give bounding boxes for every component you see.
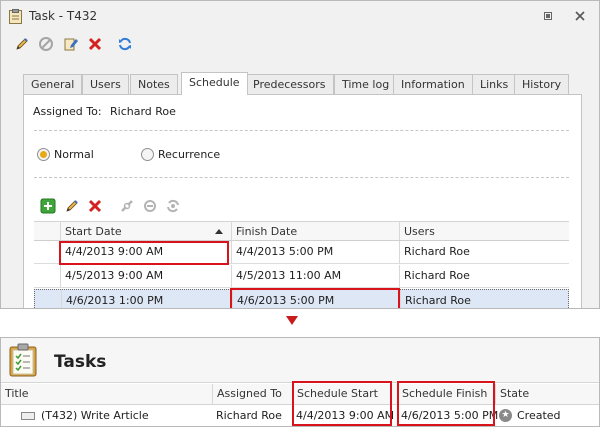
edit-icon[interactable] <box>14 36 30 52</box>
tab-strip: General Users Notes Schedule Predecessor… <box>23 72 583 95</box>
column-header-users[interactable]: Users <box>399 222 569 240</box>
delete-icon[interactable] <box>87 36 103 52</box>
tab-notes[interactable]: Notes <box>130 74 178 94</box>
clipboard-icon <box>9 9 22 24</box>
divider <box>34 177 569 178</box>
tab-users[interactable]: Users <box>82 74 129 94</box>
column-header-label: Start Date <box>65 225 122 238</box>
column-header-start-date[interactable]: Start Date <box>60 222 231 240</box>
sort-ascending-icon <box>215 229 223 234</box>
column-header-finish-date[interactable]: Finish Date <box>231 222 399 240</box>
tab-links[interactable]: Links <box>472 74 517 94</box>
tab-history[interactable]: History <box>514 74 570 94</box>
radio-recurrence-label[interactable]: Recurrence <box>158 148 220 161</box>
assigned-to-label: Assigned To: <box>33 105 102 118</box>
tab-time-log[interactable]: Time log <box>334 74 398 94</box>
column-header-title[interactable]: Title <box>1 384 212 404</box>
assigned-to-cell[interactable]: Richard Roe <box>212 405 292 426</box>
task-window: Task - T432 General Users Notes Schedule… <box>0 0 600 309</box>
radio-normal-label[interactable]: Normal <box>54 148 94 161</box>
unlink-icon[interactable] <box>142 198 158 214</box>
link-icon[interactable] <box>119 198 135 214</box>
start-date-cell[interactable]: 4/5/2013 9:00 AM <box>60 265 231 287</box>
clipboard-checklist-icon <box>8 343 38 377</box>
tab-schedule[interactable]: Schedule <box>181 72 248 95</box>
users-cell[interactable]: Richard Roe <box>399 265 569 287</box>
cancel-icon[interactable] <box>38 36 54 52</box>
tab-general[interactable]: General <box>23 74 83 94</box>
schedule-panel: Assigned To: Richard Roe Normal Recurren… <box>23 94 582 308</box>
column-header-state[interactable]: State <box>495 384 599 404</box>
task-title: (T432) Write Article <box>41 409 149 422</box>
finish-date-cell[interactable]: 4/5/2013 11:00 AM <box>231 265 399 287</box>
restore-icon[interactable] <box>542 10 554 22</box>
refresh-icon[interactable] <box>165 198 181 214</box>
star-icon: ★ <box>499 409 512 422</box>
start-date-cell[interactable]: 4/6/2013 1:00 PM <box>61 290 232 308</box>
highlight-schedule-finish <box>397 381 495 426</box>
finish-date-cell[interactable]: 4/4/2013 5:00 PM <box>231 241 399 263</box>
title-cell[interactable]: (T432) Write Article <box>21 405 212 426</box>
edit-note-icon[interactable] <box>63 36 79 52</box>
tab-information[interactable]: Information <box>393 74 473 94</box>
column-header-assigned-to[interactable]: Assigned To <box>212 384 292 404</box>
radio-normal[interactable] <box>37 148 50 161</box>
page-title: Tasks <box>54 352 107 372</box>
radio-recurrence[interactable] <box>141 148 154 161</box>
refresh-icon[interactable] <box>117 36 133 52</box>
delete-icon[interactable] <box>87 198 103 214</box>
tab-predecessors[interactable]: Predecessors <box>245 74 334 94</box>
close-icon[interactable] <box>574 10 586 22</box>
users-cell[interactable]: Richard Roe <box>399 241 569 263</box>
title-bar: Task - T432 <box>1 1 599 31</box>
grid-header: Start Date Finish Date Users <box>34 221 569 241</box>
table-row[interactable]: 4/5/2013 9:00 AM 4/5/2013 11:00 AM Richa… <box>34 265 569 288</box>
divider <box>34 130 569 131</box>
tasks-list-view: Tasks Title Assigned To Schedule Start S… <box>0 337 600 427</box>
highlight-schedule-start <box>292 381 392 426</box>
edit-icon[interactable] <box>64 198 80 214</box>
down-arrow-icon <box>286 316 298 325</box>
window-title: Task - T432 <box>29 9 98 23</box>
state-cell[interactable]: ★ Created <box>495 405 599 426</box>
state-label: Created <box>517 409 561 422</box>
assigned-to-value: Richard Roe <box>110 105 176 118</box>
list-header: Tasks <box>1 338 599 383</box>
users-cell[interactable]: Richard Roe <box>400 290 570 308</box>
highlight-start-date <box>59 241 229 265</box>
add-icon[interactable] <box>40 198 56 214</box>
window-toolbar <box>1 33 599 57</box>
highlight-finish-date <box>230 288 400 308</box>
task-icon <box>21 412 35 420</box>
